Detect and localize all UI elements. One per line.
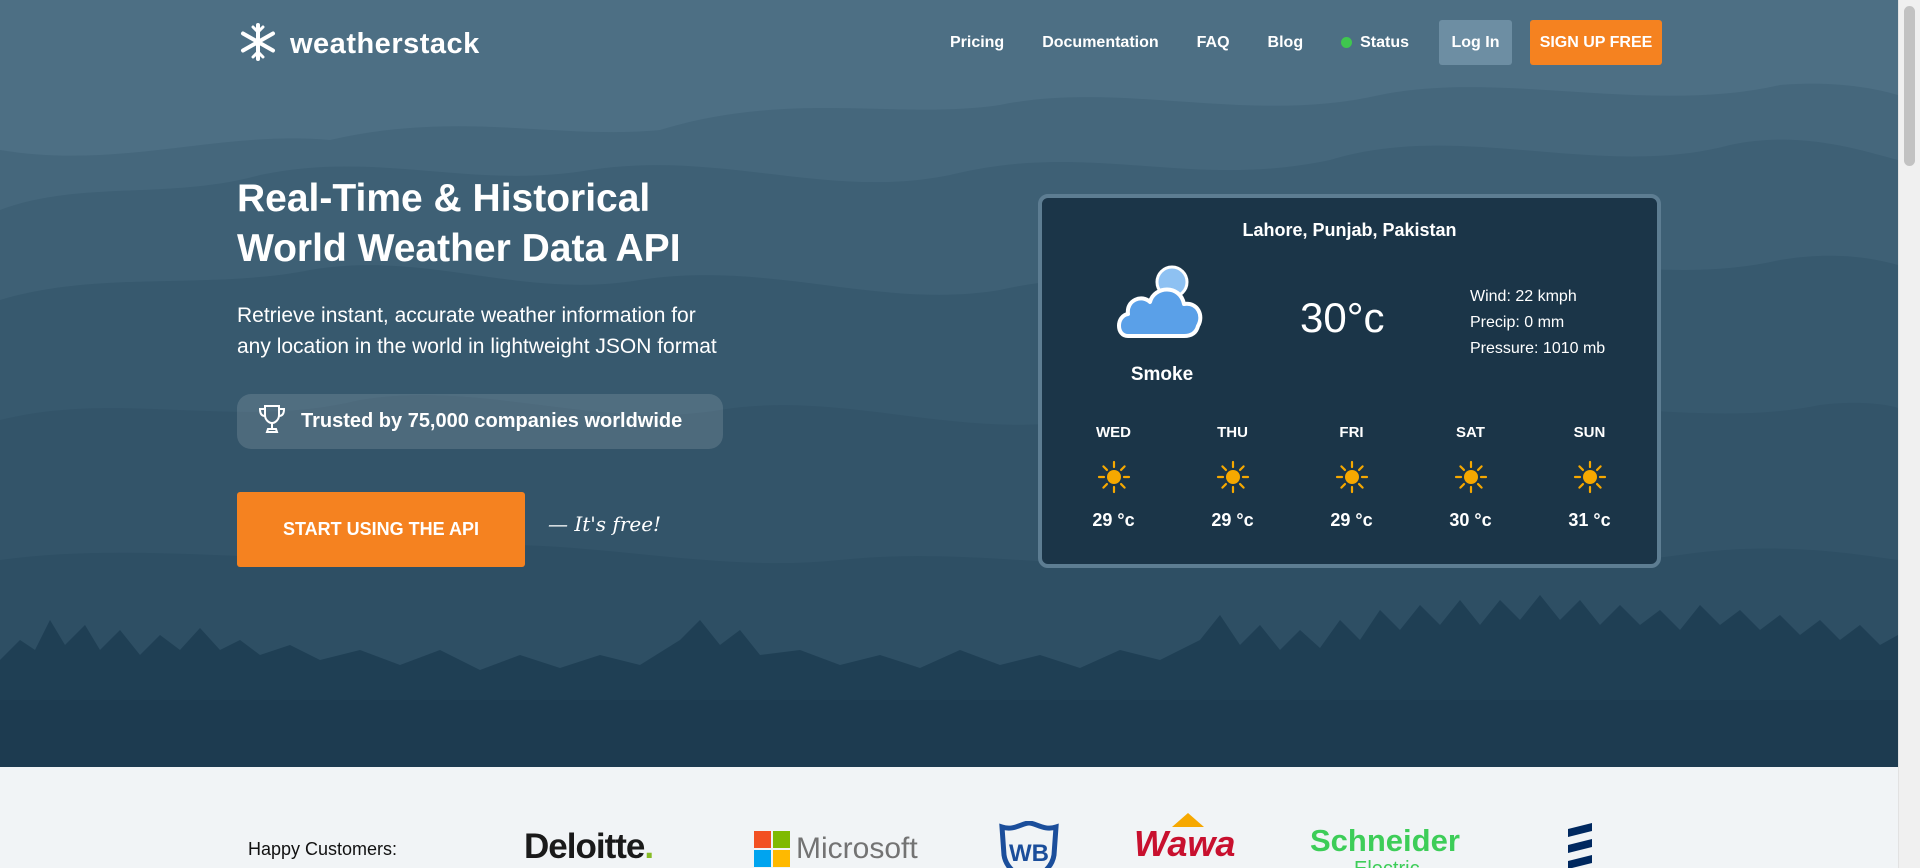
- start-api-button[interactable]: START USING THE API: [237, 492, 525, 567]
- weather-details: Wind: 22 kmph Precip: 0 mm Pressure: 101…: [1470, 284, 1605, 362]
- precip-value: Precip: 0 mm: [1470, 314, 1565, 331]
- forecast-day: WED 29 °c: [1054, 424, 1173, 531]
- weather-location: Lahore, Punjab, Pakistan: [1242, 220, 1457, 240]
- forecast-day-name: THU: [1217, 424, 1248, 441]
- sun-icon: [1216, 460, 1250, 496]
- signup-button[interactable]: SIGN UP FREE: [1530, 20, 1662, 65]
- forecast-day: THU 29 °c: [1173, 424, 1292, 531]
- forecast-temp: 29 °c: [1330, 510, 1373, 530]
- hero-title-line2: World Weather Data API: [237, 227, 681, 270]
- forecast-temp: 31 °c: [1568, 510, 1611, 530]
- schneider-logo: Schneider Electric: [1310, 825, 1460, 868]
- nav-status[interactable]: Status: [1341, 34, 1409, 52]
- happy-customers-label: Happy Customers:: [248, 839, 398, 859]
- nav-faq[interactable]: FAQ: [1197, 34, 1230, 52]
- customers-strip: Happy Customers: Deloitte. Microsoft WB …: [0, 767, 1898, 868]
- hero-title-line1: Real-Time & Historical: [237, 177, 651, 220]
- current-temperature: 30°c: [1300, 294, 1385, 341]
- ericsson-logo: [1562, 821, 1598, 868]
- microsoft-text: Microsoft: [796, 832, 918, 865]
- hero-section: weatherstack Pricing Documentation FAQ B…: [0, 0, 1898, 767]
- sun-icon: [1335, 460, 1369, 496]
- hero-subtitle-line2: any location in the world in lightweight…: [237, 335, 717, 358]
- forecast-day-name: WED: [1096, 424, 1131, 441]
- forecast-day-name: SUN: [1573, 424, 1606, 441]
- nav-blog[interactable]: Blog: [1268, 34, 1304, 52]
- nav-pricing[interactable]: Pricing: [950, 34, 1004, 52]
- wawa-logo: Wawa: [1134, 813, 1236, 865]
- weatherstack-logo[interactable]: weatherstack: [238, 22, 480, 67]
- wawa-goose-icon: [1172, 813, 1204, 827]
- trophy-icon: [257, 403, 287, 441]
- hero-subtitle-line1: Retrieve instant, accurate weather infor…: [237, 304, 696, 327]
- forecast-temp: 29 °c: [1211, 510, 1254, 530]
- wind-value: Wind: 22 kmph: [1470, 288, 1577, 305]
- weather-widget: Lahore, Punjab, Pakistan Smoke 30°c Wind…: [1038, 194, 1661, 568]
- forecast-day-name: SAT: [1456, 424, 1485, 441]
- trusted-text: Trusted by 75,000 companies worldwide: [301, 410, 683, 432]
- sun-icon: [1573, 460, 1607, 496]
- forecast-row: WED 29 °c THU 29 °c FRI 29 °c SAT 30 °c …: [1054, 424, 1649, 531]
- warner-bros-logo: WB: [998, 820, 1060, 868]
- hero-title: Real-Time & Historical World Weather Dat…: [237, 174, 681, 274]
- deloitte-text: Deloitte: [524, 827, 645, 866]
- brand-name: weatherstack: [290, 28, 480, 60]
- sun-icon: [1097, 460, 1131, 496]
- microsoft-logo: Microsoft: [754, 831, 918, 867]
- page-scrollbar[interactable]: [1898, 0, 1920, 868]
- deloitte-dot: .: [644, 827, 654, 866]
- forecast-temp: 30 °c: [1449, 510, 1492, 530]
- forecast-day-name: FRI: [1339, 424, 1364, 441]
- scrollbar-thumb[interactable]: [1904, 6, 1915, 166]
- forecast-day: SAT 30 °c: [1411, 424, 1530, 531]
- forecast-temp: 29 °c: [1092, 510, 1135, 530]
- free-note: — It's free!: [548, 512, 662, 536]
- nav-status-label: Status: [1360, 33, 1409, 51]
- wawa-text: Wawa: [1134, 823, 1236, 864]
- microsoft-windows-icon: [754, 831, 790, 867]
- sun-icon: [1454, 460, 1488, 496]
- deloitte-logo: Deloitte.: [524, 827, 654, 867]
- hero-subtitle: Retrieve instant, accurate weather infor…: [237, 300, 837, 362]
- forecast-day: FRI 29 °c: [1292, 424, 1411, 531]
- login-button[interactable]: Log In: [1439, 20, 1512, 65]
- main-nav: Pricing Documentation FAQ Blog Status Lo…: [912, 20, 1662, 65]
- snowflake-icon: [238, 22, 278, 67]
- pressure-value: Pressure: 1010 mb: [1470, 340, 1606, 357]
- schneider-text: Schneider: [1310, 823, 1460, 858]
- trusted-badge: Trusted by 75,000 companies worldwide: [237, 394, 723, 449]
- status-indicator-icon: [1341, 37, 1353, 48]
- cloud-icon: [1114, 260, 1210, 351]
- wb-text: WB: [1009, 840, 1049, 867]
- nav-documentation[interactable]: Documentation: [1042, 34, 1158, 52]
- weather-condition: Smoke: [1130, 364, 1194, 385]
- forecast-day: SUN 31 °c: [1530, 424, 1649, 531]
